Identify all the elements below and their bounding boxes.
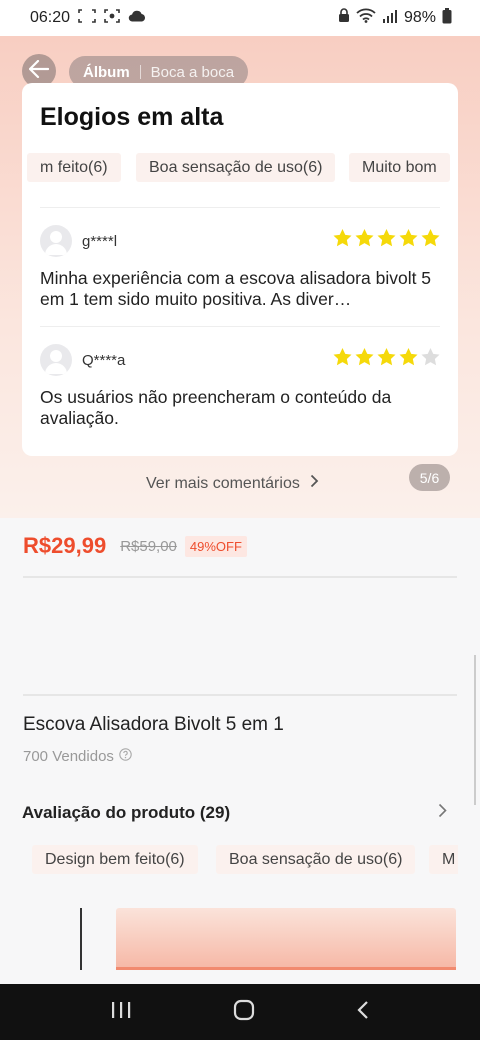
current-price: R$29,99 [23,533,107,558]
star-icon [377,348,396,366]
highlights-title: Elogios em alta [40,103,224,131]
chevron-right-icon[interactable] [438,803,447,823]
highlight-chip[interactable]: Boa sensação de uso(6) [136,153,336,182]
highlights-chips: m feito(6) Boa sensação de uso(6) Muito … [22,153,458,183]
highlight-chip[interactable]: Muito bom [349,153,450,182]
review-item[interactable]: g****l Minha experiência com a escova al… [40,225,440,325]
see-more-comments-link[interactable]: Ver mais comentários [146,474,319,493]
back-nav-icon[interactable] [356,1000,370,1025]
reviewer-name: Q****a [82,352,126,369]
battery-level: 98% [403,9,436,26]
media-pager: 5/6 [409,464,450,491]
reviewer-name: g****l [82,233,118,250]
system-nav-bar [0,984,480,1040]
avatar [40,225,72,257]
star-icon [421,229,440,247]
star-empty-icon [421,348,440,366]
divider [40,326,440,327]
home-icon[interactable] [233,999,255,1026]
tab-album[interactable]: Álbum [83,64,130,81]
highlights-card: Elogios em alta m feito(6) Boa sensação … [22,83,458,456]
chevron-right-icon [310,474,319,493]
cloud-icon [128,9,146,27]
battery-icon [442,7,452,29]
product-title: Escova Alisadora Bivolt 5 em 1 [23,714,284,735]
highlight-chip[interactable]: m feito(6) [27,153,121,182]
divider [40,207,440,208]
star-icon [355,348,374,366]
promo-banner-border [116,967,456,970]
divider [80,908,82,970]
scrollbar[interactable] [474,655,480,805]
recent-apps-icon[interactable] [110,1000,132,1025]
review-item[interactable]: Q****a Os usuários não preencheram o con… [40,344,440,444]
lock-icon [338,8,350,28]
screenshot-icon [78,8,96,28]
promo-banner[interactable] [116,908,456,970]
rating-stars [333,229,440,247]
divider [23,694,457,696]
price-row: R$29,99 R$59,00 49%OFF [23,533,247,559]
review-text: Os usuários não preencheram o conteúdo d… [40,387,392,428]
discount-badge: 49%OFF [184,535,247,557]
status-time: 06:20 [30,9,71,26]
sold-count-label: 700 Vendidos [23,748,114,765]
tab-word-of-mouth[interactable]: Boca a boca [151,64,234,81]
rating-chips: Design bem feito(6) Boa sensação de uso(… [32,845,458,875]
help-icon[interactable] [119,748,132,765]
star-icon [333,348,352,366]
original-price: R$59,00 [120,537,177,555]
screen-record-icon [104,8,120,28]
tab-separator [139,65,141,79]
rating-chip[interactable]: M [429,845,458,874]
divider [23,576,457,578]
sold-count: 700 Vendidos [23,748,132,765]
see-more-label: Ver mais comentários [146,474,300,492]
signal-icon [382,9,398,28]
star-icon [399,348,418,366]
avatar [40,344,72,376]
star-icon [399,229,418,247]
status-bar: 06:20 98% [0,0,480,36]
star-icon [355,229,374,247]
product-rating-header[interactable]: Avaliação do produto (29) [22,803,230,823]
review-text: Minha experiência com a escova alisadora… [40,268,432,309]
arrow-left-icon [28,59,50,83]
wifi-icon [356,8,376,28]
rating-chip[interactable]: Design bem feito(6) [32,845,198,874]
rating-chip[interactable]: Boa sensação de uso(6) [216,845,416,874]
rating-stars [333,348,440,366]
star-icon [333,229,352,247]
star-icon [377,229,396,247]
